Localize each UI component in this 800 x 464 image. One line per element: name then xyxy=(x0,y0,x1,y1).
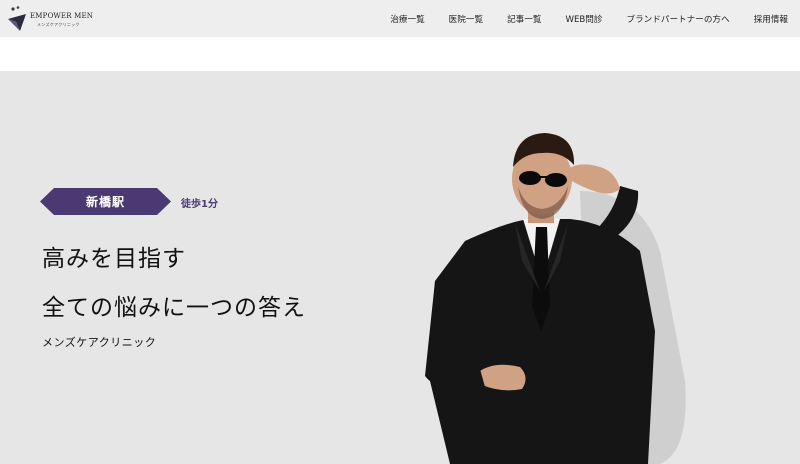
hero-section: 新橋駅 徒歩1分 高みを目指す 全ての悩みに一つの答え メンズケアクリニック xyxy=(0,71,800,464)
logo[interactable]: EMPOWER MEN メンズケアクリニック xyxy=(6,5,96,33)
nav-item-clinics[interactable]: 医院一覧 xyxy=(449,13,483,25)
hero-subtitle: メンズケアクリニック xyxy=(42,336,157,349)
nav-item-articles[interactable]: 記事一覧 xyxy=(507,13,541,25)
nav-item-treatments[interactable]: 治療一覧 xyxy=(390,13,424,25)
header-spacer xyxy=(0,37,800,71)
main-nav: 治療一覧 医院一覧 記事一覧 WEB問診 ブランドパートナーの方へ 採用情報 xyxy=(366,0,788,37)
nav-item-web-consultation[interactable]: WEB問診 xyxy=(565,13,602,25)
nav-item-brand-partner[interactable]: ブランドパートナーの方へ xyxy=(626,13,729,25)
site-header: EMPOWER MEN メンズケアクリニック 治療一覧 医院一覧 記事一覧 WE… xyxy=(0,0,800,37)
logo-name: EMPOWER MEN xyxy=(30,12,94,20)
man-in-suit-photo xyxy=(425,133,686,464)
walk-time: 徒歩1分 xyxy=(181,199,218,210)
logo-subtitle: メンズケアクリニック xyxy=(37,22,80,27)
hero-headline-2: 全ての悩みに一つの答え xyxy=(42,295,306,321)
nav-item-recruit[interactable]: 採用情報 xyxy=(754,13,788,25)
station-name: 新橋駅 xyxy=(85,195,125,209)
logo-mark-icon xyxy=(8,6,26,31)
station-badge: 新橋駅 xyxy=(40,188,171,215)
hero-headline-1: 高みを目指す xyxy=(42,246,186,272)
